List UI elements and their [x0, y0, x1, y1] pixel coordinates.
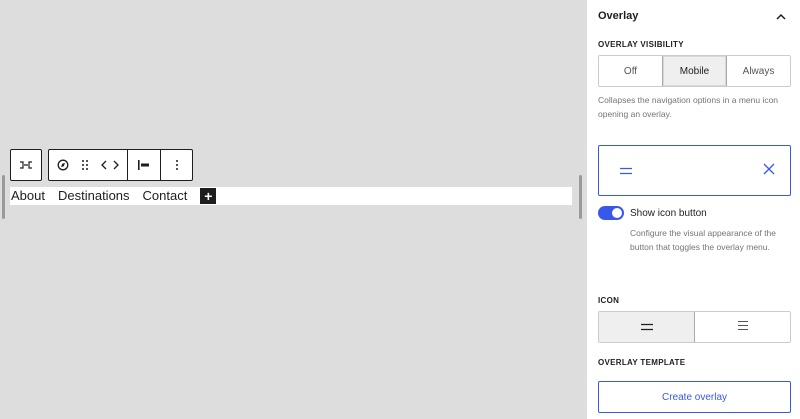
more-options-icon[interactable] [161, 150, 192, 180]
settings-sidebar: Overlay OVERLAY VISIBILITY Off Mobile Al… [586, 0, 800, 419]
icon-section-label: ICON [598, 296, 620, 305]
left-resize-handle[interactable] [2, 175, 5, 219]
overlay-visibility-help: Collapses the navigation options in a me… [598, 95, 779, 119]
overlay-icon-preview[interactable] [598, 145, 791, 196]
visibility-option-mobile[interactable]: Mobile [662, 56, 727, 86]
three-line-menu-icon-option[interactable] [695, 312, 790, 342]
visibility-option-always[interactable]: Always [727, 56, 790, 86]
editor-canvas: About Destinations Contact + [0, 0, 586, 419]
two-line-menu-icon [640, 318, 654, 336]
compass-icon[interactable] [49, 150, 77, 180]
move-arrows-icon[interactable] [93, 150, 127, 180]
panel-title: Overlay [598, 10, 639, 22]
nav-link-about[interactable]: About [11, 187, 45, 205]
drag-handle-icon[interactable] [77, 150, 93, 180]
two-line-menu-icon-option[interactable] [599, 312, 695, 342]
right-resize-handle[interactable] [579, 175, 582, 219]
nav-link-contact[interactable]: Contact [143, 187, 188, 205]
nav-link-destinations[interactable]: Destinations [58, 187, 130, 205]
show-icon-button-toggle[interactable] [598, 206, 624, 220]
block-controls-group [48, 149, 193, 181]
two-line-menu-icon [619, 162, 633, 180]
toggle-knob [612, 208, 622, 218]
overlay-template-label: OVERLAY TEMPLATE [598, 358, 686, 367]
visibility-option-off[interactable]: Off [599, 56, 662, 86]
block-toolbar [10, 149, 193, 181]
overlay-visibility-toggle-group: Off Mobile Always [598, 55, 791, 87]
three-line-menu-icon [737, 318, 749, 336]
add-block-button[interactable]: + [200, 188, 217, 204]
navigation-block-icon[interactable] [11, 150, 41, 180]
icon-choice-group [598, 311, 791, 343]
overlay-visibility-label: OVERLAY VISIBILITY [598, 40, 684, 49]
close-icon [763, 162, 775, 180]
show-icon-button-row: Show icon button [598, 206, 707, 220]
navigation-links: About Destinations Contact [10, 187, 200, 205]
overlay-panel-header[interactable]: Overlay [587, 0, 800, 32]
block-type-group [10, 149, 42, 181]
show-icon-button-label: Show icon button [630, 207, 707, 219]
chevron-up-icon[interactable] [776, 7, 786, 25]
create-overlay-button[interactable]: Create overlay [598, 381, 791, 413]
show-icon-button-help: Configure the visual appearance of the b… [630, 228, 777, 252]
navigation-block[interactable]: About Destinations Contact + [10, 187, 572, 205]
justify-left-icon[interactable] [128, 150, 160, 180]
